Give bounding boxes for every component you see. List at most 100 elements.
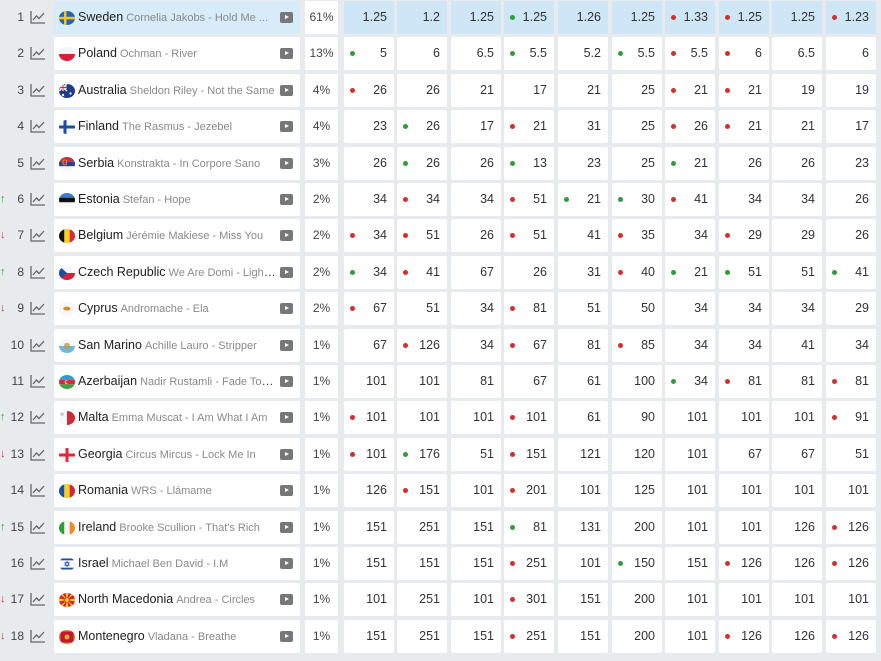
odds-cell[interactable]: 251 xyxy=(504,619,554,653)
video-play-icon[interactable] xyxy=(280,48,293,60)
odds-cell[interactable]: 85 xyxy=(612,328,662,362)
odds-cell[interactable]: 101 xyxy=(719,583,769,617)
odds-cell[interactable]: 1.25 xyxy=(344,1,394,34)
odds-cell[interactable]: 101 xyxy=(397,401,447,435)
odds-cell[interactable]: 1.25 xyxy=(612,1,662,34)
odds-cell[interactable]: 5.5 xyxy=(504,37,554,71)
video-play-icon[interactable] xyxy=(280,558,293,569)
odds-cell[interactable]: 41 xyxy=(826,255,876,289)
odds-cell[interactable]: 101 xyxy=(826,474,876,508)
odds-cell[interactable]: 26 xyxy=(344,73,394,107)
country-name[interactable]: Poland xyxy=(78,46,117,60)
chart-icon[interactable] xyxy=(29,82,47,98)
video-play-icon[interactable] xyxy=(280,12,293,23)
odds-cell[interactable]: 6.5 xyxy=(772,37,822,71)
odds-cell[interactable]: 301 xyxy=(504,583,554,617)
country-name[interactable]: Israel xyxy=(78,556,109,570)
odds-cell[interactable]: 31 xyxy=(558,255,608,289)
odds-cell[interactable]: 251 xyxy=(397,619,447,653)
country-name[interactable]: Australia xyxy=(78,83,127,97)
country-name[interactable]: Cyprus xyxy=(78,301,118,315)
odds-cell[interactable]: 67 xyxy=(451,255,501,289)
odds-cell[interactable]: 35 xyxy=(612,219,662,253)
odds-cell[interactable]: 26 xyxy=(719,146,769,180)
odds-cell[interactable]: 51 xyxy=(558,292,608,326)
odds-cell[interactable]: 34 xyxy=(344,219,394,253)
country-name[interactable]: Georgia xyxy=(78,447,122,461)
chart-icon[interactable] xyxy=(29,373,47,389)
odds-cell[interactable]: 81 xyxy=(772,365,822,398)
odds-cell[interactable]: 29 xyxy=(719,219,769,253)
odds-cell[interactable]: 34 xyxy=(397,183,447,216)
odds-cell[interactable]: 1.25 xyxy=(719,1,769,34)
odds-cell[interactable]: 25 xyxy=(612,73,662,107)
odds-cell[interactable]: 67 xyxy=(344,328,394,362)
video-play-icon[interactable] xyxy=(280,84,293,96)
odds-cell[interactable]: 61 xyxy=(558,401,608,435)
odds-cell[interactable]: 200 xyxy=(612,619,662,653)
odds-cell[interactable]: 51 xyxy=(504,219,554,253)
odds-cell[interactable]: 251 xyxy=(504,547,554,580)
odds-cell[interactable]: 21 xyxy=(558,73,608,107)
odds-cell[interactable]: 51 xyxy=(719,255,769,289)
odds-cell[interactable]: 51 xyxy=(504,183,554,216)
odds-cell[interactable]: 101 xyxy=(397,365,447,398)
country-name[interactable]: Serbia xyxy=(78,156,114,170)
odds-cell[interactable]: 151 xyxy=(665,547,715,580)
odds-cell[interactable]: 34 xyxy=(665,328,715,362)
odds-cell[interactable]: 29 xyxy=(826,292,876,326)
odds-cell[interactable]: 101 xyxy=(451,474,501,508)
odds-cell[interactable]: 34 xyxy=(344,183,394,216)
odds-cell[interactable]: 151 xyxy=(344,547,394,580)
odds-cell[interactable]: 1.23 xyxy=(826,1,876,34)
country-name[interactable]: Sweden xyxy=(78,10,123,24)
odds-cell[interactable]: 1.2 xyxy=(397,1,447,34)
odds-cell[interactable]: 126 xyxy=(826,619,876,653)
odds-cell[interactable]: 1.25 xyxy=(504,1,554,34)
video-play-icon[interactable] xyxy=(280,412,293,424)
odds-cell[interactable]: 51 xyxy=(397,292,447,326)
odds-cell[interactable]: 126 xyxy=(397,328,447,362)
odds-cell[interactable]: 126 xyxy=(772,619,822,653)
odds-cell[interactable]: 21 xyxy=(719,73,769,107)
odds-cell[interactable]: 26 xyxy=(451,146,501,180)
odds-cell[interactable]: 151 xyxy=(451,547,501,580)
country-name[interactable]: Romania xyxy=(78,483,128,497)
odds-cell[interactable]: 151 xyxy=(558,583,608,617)
odds-cell[interactable]: 125 xyxy=(612,474,662,508)
odds-cell[interactable]: 34 xyxy=(451,292,501,326)
odds-cell[interactable]: 150 xyxy=(612,547,662,580)
odds-cell[interactable]: 40 xyxy=(612,255,662,289)
odds-cell[interactable]: 17 xyxy=(826,110,876,144)
odds-cell[interactable]: 26 xyxy=(772,146,822,180)
chart-icon[interactable] xyxy=(29,300,47,316)
odds-cell[interactable]: 5 xyxy=(344,37,394,71)
odds-cell[interactable]: 34 xyxy=(451,328,501,362)
odds-cell[interactable]: 26 xyxy=(504,255,554,289)
odds-cell[interactable]: 21 xyxy=(504,110,554,144)
odds-cell[interactable]: 34 xyxy=(772,183,822,216)
odds-cell[interactable]: 151 xyxy=(397,547,447,580)
odds-cell[interactable]: 151 xyxy=(397,474,447,508)
odds-cell[interactable]: 23 xyxy=(558,146,608,180)
odds-cell[interactable]: 1.33 xyxy=(665,1,715,34)
chart-icon[interactable] xyxy=(29,555,47,571)
odds-cell[interactable]: 26 xyxy=(451,219,501,253)
odds-cell[interactable]: 101 xyxy=(665,474,715,508)
odds-cell[interactable]: 6.5 xyxy=(451,37,501,71)
odds-cell[interactable]: 19 xyxy=(826,73,876,107)
odds-cell[interactable]: 101 xyxy=(772,474,822,508)
odds-cell[interactable]: 23 xyxy=(826,146,876,180)
video-play-icon[interactable] xyxy=(280,157,293,169)
chart-icon[interactable] xyxy=(29,45,47,61)
odds-cell[interactable]: 126 xyxy=(826,510,876,544)
odds-cell[interactable]: 34 xyxy=(719,292,769,326)
odds-cell[interactable]: 17 xyxy=(451,110,501,144)
odds-cell[interactable]: 51 xyxy=(772,255,822,289)
odds-cell[interactable]: 101 xyxy=(344,437,394,471)
odds-cell[interactable]: 21 xyxy=(558,183,608,216)
chart-icon[interactable] xyxy=(29,264,47,280)
odds-cell[interactable]: 81 xyxy=(719,365,769,398)
odds-cell[interactable]: 5.2 xyxy=(558,37,608,71)
odds-cell[interactable]: 101 xyxy=(558,547,608,580)
